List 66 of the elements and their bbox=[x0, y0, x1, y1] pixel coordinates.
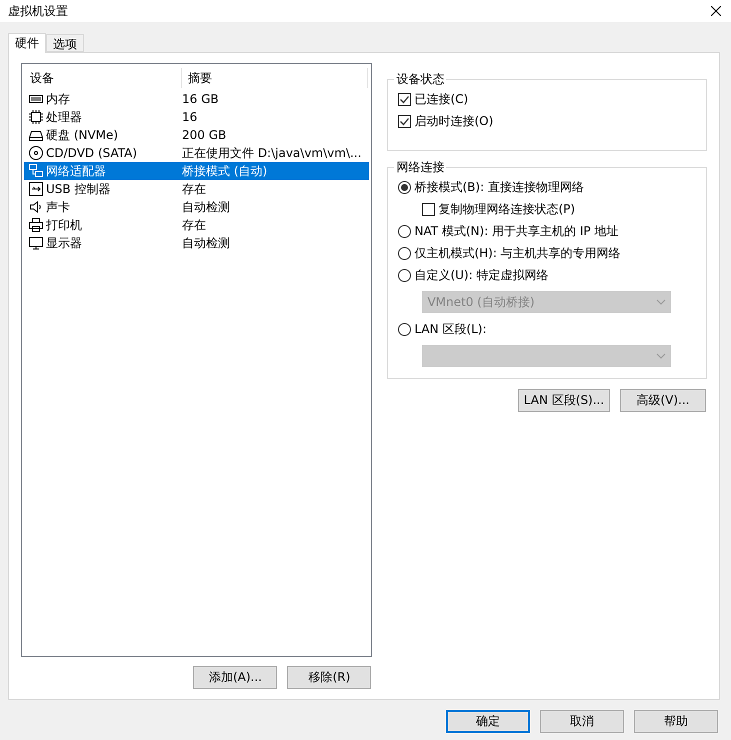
device-row[interactable]: 硬盘 (NVMe) 200 GB bbox=[24, 126, 370, 144]
device-summary: 16 GB bbox=[181, 92, 219, 106]
device-name: 硬盘 (NVMe) bbox=[46, 126, 118, 144]
close-icon[interactable] bbox=[711, 6, 721, 16]
printer-icon bbox=[28, 217, 44, 233]
checkbox[interactable] bbox=[398, 92, 412, 106]
device-summary: 存在 bbox=[181, 216, 206, 234]
device-summary: 存在 bbox=[181, 180, 206, 198]
radio-label: NAT 模式(N): 用于共享主机的 IP 地址 bbox=[414, 222, 618, 240]
device-row[interactable]: 内存 16 GB bbox=[24, 90, 370, 108]
radio-button[interactable] bbox=[398, 268, 412, 282]
radio-button[interactable] bbox=[398, 246, 412, 260]
column-header[interactable]: 设备 bbox=[24, 68, 182, 88]
network-button[interactable]: LAN 区段(S)... bbox=[518, 389, 610, 412]
group-title: 设备状态 bbox=[395, 71, 446, 88]
network-button[interactable]: 高级(V)... bbox=[620, 389, 706, 412]
chevron-down-icon bbox=[656, 299, 666, 305]
disc-icon bbox=[28, 145, 44, 161]
dialog-button[interactable]: 确定 bbox=[446, 710, 530, 733]
device-name: CD/DVD (SATA) bbox=[46, 146, 138, 160]
checkbox[interactable] bbox=[398, 114, 412, 128]
device-row[interactable]: 处理器 16 bbox=[24, 108, 370, 126]
device-summary: 自动检测 bbox=[181, 234, 230, 252]
radio-label: 自定义(U): 特定虚拟网络 bbox=[414, 266, 548, 284]
device-name: 声卡 bbox=[46, 198, 70, 216]
list-button[interactable]: 移除(R) bbox=[287, 666, 372, 689]
chip-icon bbox=[28, 109, 44, 125]
device-row[interactable]: 声卡 自动检测 bbox=[24, 198, 370, 216]
window-title: 虚拟机设置 bbox=[8, 2, 68, 20]
checkbox[interactable] bbox=[422, 202, 436, 216]
network-icon bbox=[28, 163, 44, 179]
device-row[interactable]: 打印机 存在 bbox=[24, 216, 370, 234]
device-summary: 200 GB bbox=[181, 128, 226, 142]
column-header[interactable]: 摘要 bbox=[182, 68, 368, 88]
monitor-icon bbox=[28, 235, 44, 251]
device-name: 内存 bbox=[46, 90, 70, 108]
device-summary: 桥接模式 (自动) bbox=[181, 162, 268, 180]
checkbox-label: 复制物理网络连接状态(P) bbox=[438, 200, 576, 218]
device-name: USB 控制器 bbox=[46, 180, 110, 198]
chevron-down-icon bbox=[656, 353, 666, 359]
device-summary: 正在使用文件 D:\java\vm\vm\... bbox=[181, 144, 362, 162]
device-row[interactable]: USB 控制器 存在 bbox=[24, 180, 370, 198]
checkbox-label: 已连接(C) bbox=[414, 90, 468, 108]
group-title: 网络连接 bbox=[395, 159, 446, 176]
radio-button[interactable] bbox=[398, 180, 412, 194]
device-summary: 16 bbox=[181, 110, 198, 124]
device-row[interactable]: 网络适配器 桥接模式 (自动) bbox=[24, 162, 370, 180]
device-row[interactable]: 显示器 自动检测 bbox=[24, 234, 370, 252]
checkbox-label: 启动时连接(O) bbox=[414, 112, 494, 130]
radio-button[interactable] bbox=[398, 322, 412, 336]
device-name: 处理器 bbox=[46, 108, 82, 126]
device-name: 打印机 bbox=[46, 216, 82, 234]
list-button[interactable]: 添加(A)... bbox=[193, 666, 278, 689]
radio-label: 仅主机模式(H): 与主机共享的专用网络 bbox=[414, 244, 621, 262]
dialog-button[interactable]: 帮助 bbox=[634, 710, 718, 733]
dialog-button[interactable]: 取消 bbox=[540, 710, 624, 733]
tab[interactable]: 选项 bbox=[46, 34, 84, 52]
tab[interactable]: 硬件 bbox=[8, 33, 46, 53]
radio-label: LAN 区段(L): bbox=[414, 320, 487, 338]
radio-label: 桥接模式(B): 直接连接物理网络 bbox=[414, 178, 584, 196]
usb-icon bbox=[28, 181, 44, 197]
device-row[interactable]: CD/DVD (SATA) 正在使用文件 D:\java\vm\vm\... bbox=[24, 144, 370, 162]
device-summary: 自动检测 bbox=[181, 198, 230, 216]
device-name: 网络适配器 bbox=[46, 162, 106, 180]
radio-button[interactable] bbox=[398, 224, 412, 238]
device-name: 显示器 bbox=[46, 234, 82, 252]
